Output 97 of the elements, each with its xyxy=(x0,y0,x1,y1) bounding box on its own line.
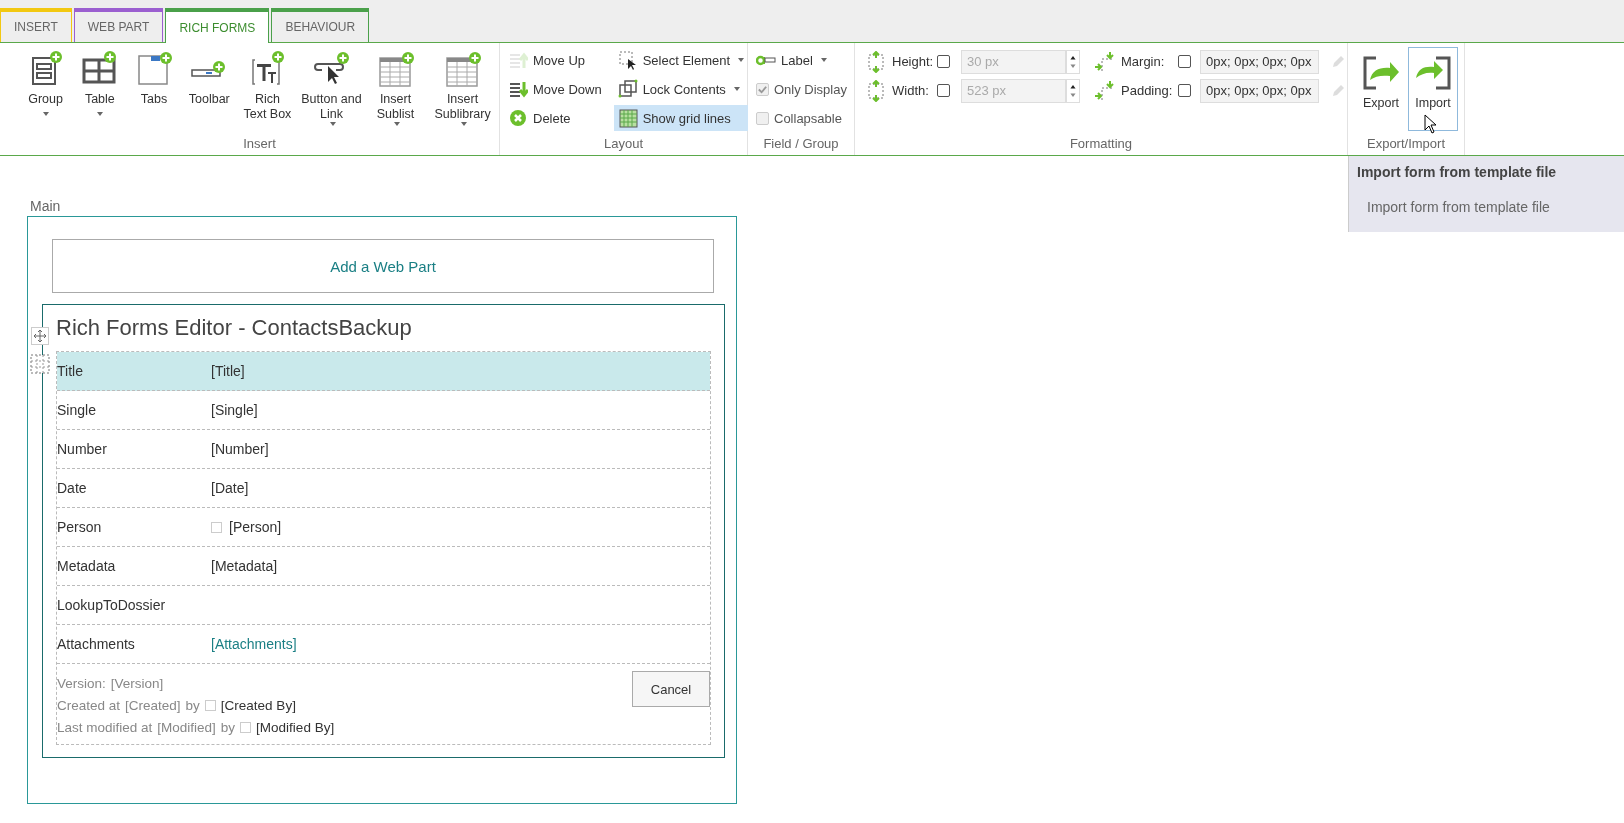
field-label: Title xyxy=(57,363,84,379)
export-icon xyxy=(1362,54,1400,92)
ribbon-button[interactable]: Lock Contents xyxy=(613,76,749,102)
field-label: Attachments xyxy=(57,636,136,652)
ribbon-tab[interactable]: WEB PART xyxy=(73,8,164,42)
ribbon-button[interactable]: Table xyxy=(73,47,127,136)
checkbox[interactable] xyxy=(1178,84,1191,97)
field-label: Padding: xyxy=(1121,83,1173,98)
form-row[interactable]: Person [Person] xyxy=(57,508,710,547)
spinner-icon[interactable] xyxy=(1066,49,1080,74)
ribbon-button[interactable]: Select Element xyxy=(613,47,749,73)
import-icon xyxy=(1414,54,1452,92)
cancel-button[interactable]: Cancel xyxy=(632,671,710,707)
ribbon-button[interactable]: Toolbar xyxy=(181,47,237,136)
padding-icon xyxy=(1094,79,1116,102)
ribbon-tab[interactable]: INSERT xyxy=(0,8,72,42)
label-menu-button[interactable]: Label xyxy=(752,47,851,73)
ribbon-button[interactable]: Insert Sublist xyxy=(366,47,425,136)
person-icon xyxy=(240,721,252,733)
ribbon-button[interactable]: Delete xyxy=(504,105,606,131)
form-row[interactable]: LookupToDossier xyxy=(57,586,710,625)
spinner-icon[interactable] xyxy=(1066,78,1080,103)
form-row[interactable]: Single [Single] xyxy=(57,391,710,430)
footer-label: Version: xyxy=(57,675,106,691)
ribbon-button[interactable]: Insert Sublibrary xyxy=(426,47,499,136)
field-label: Number xyxy=(57,441,108,457)
field-label: Width: xyxy=(892,83,930,98)
footer-label: by xyxy=(220,719,236,735)
mouse-cursor-icon xyxy=(1424,114,1438,134)
height-icon xyxy=(865,50,887,73)
move-down-icon xyxy=(508,79,528,99)
width-icon xyxy=(865,79,887,102)
attachments-link[interactable]: [Attachments] xyxy=(211,636,297,652)
form-title: Rich Forms Editor - ContactsBackup xyxy=(56,315,413,342)
tooltip-title: Import form from template file xyxy=(1357,164,1558,180)
ribbon-button[interactable]: Move Down xyxy=(504,76,606,102)
group-label: Insert xyxy=(242,136,277,153)
group-label: Field / Group xyxy=(762,136,840,153)
person-icon xyxy=(211,521,222,533)
field-label: Person xyxy=(57,519,103,535)
move-icon[interactable] xyxy=(31,327,49,345)
spacing-field[interactable]: 0px; 0px; 0px; 0px xyxy=(1200,78,1319,103)
sublist-icon xyxy=(376,50,415,88)
field-value: [Person] xyxy=(229,519,282,535)
field-label: Date xyxy=(57,480,88,496)
lock-icon xyxy=(617,79,638,99)
footer-person: [Created By] xyxy=(220,697,296,713)
field-value: [Date] xyxy=(211,480,249,496)
footer-value: [Created] xyxy=(125,697,181,713)
form-row[interactable]: Number [Number] xyxy=(57,430,710,469)
form-row[interactable]: Metadata [Metadata] xyxy=(57,547,710,586)
field-value: [Number] xyxy=(211,441,269,457)
delete-icon xyxy=(508,108,528,128)
add-web-part-link[interactable]: Add a Web Part xyxy=(52,239,714,293)
ribbon-button[interactable]: Group xyxy=(20,47,72,136)
ribbon-tab[interactable]: BEHAVIOUR xyxy=(271,8,370,42)
footer-label: Created at xyxy=(57,697,121,713)
form-row[interactable]: Date [Date] xyxy=(57,469,710,508)
move-up-icon xyxy=(508,50,528,70)
select-element-icon xyxy=(617,50,638,70)
field-value: [Title] xyxy=(211,363,245,379)
field-label: Metadata xyxy=(57,558,117,574)
ribbon-button[interactable]: Import xyxy=(1408,47,1458,131)
ribbon-button[interactable]: Tabs xyxy=(128,47,180,136)
spacing-field[interactable]: 0px; 0px; 0px; 0px xyxy=(1200,49,1319,74)
tabs-icon xyxy=(135,50,174,88)
field-label: Single xyxy=(57,402,97,418)
ribbon-button[interactable]: Show grid lines xyxy=(613,105,749,131)
form-row[interactable]: Attachments [Attachments] xyxy=(57,625,710,664)
checkbox-label: Only Display xyxy=(774,81,847,97)
footer-person: [Modified By] xyxy=(256,719,335,735)
zone-label: Main xyxy=(30,198,61,216)
field-label: Margin: xyxy=(1121,54,1166,69)
footer-value: [Version] xyxy=(110,675,164,691)
ribbon-button[interactable]: Button and Link xyxy=(298,47,365,136)
group-label: Export/Import xyxy=(1366,136,1446,153)
margin-icon xyxy=(1094,50,1116,73)
tooltip-description: Import form from template file xyxy=(1366,199,1551,215)
footer-label: Last modified at xyxy=(57,719,153,735)
sublibrary-icon xyxy=(443,50,482,88)
group-label: Layout xyxy=(602,136,644,153)
person-icon xyxy=(204,699,216,711)
field-label: LookupToDossier xyxy=(57,597,167,613)
field-label: Height: xyxy=(892,54,932,69)
form-row[interactable]: Title [Title] xyxy=(57,352,710,391)
field-value: [Metadata] xyxy=(211,558,278,574)
footer-label: by xyxy=(185,697,200,713)
table-icon[interactable] xyxy=(29,353,51,375)
group-label: Formatting xyxy=(1068,136,1134,153)
ribbon-tab[interactable]: RICH FORMS xyxy=(165,8,270,43)
checkbox[interactable] xyxy=(1178,55,1191,68)
field-value: [Single] xyxy=(211,402,258,418)
checkbox-label: Collapsable xyxy=(774,110,842,126)
ribbon-button[interactable]: Rich Text Box xyxy=(238,47,296,136)
grid-icon xyxy=(617,108,638,128)
footer-value: [Modified] xyxy=(157,719,216,735)
ribbon-button[interactable]: Export xyxy=(1356,47,1406,131)
